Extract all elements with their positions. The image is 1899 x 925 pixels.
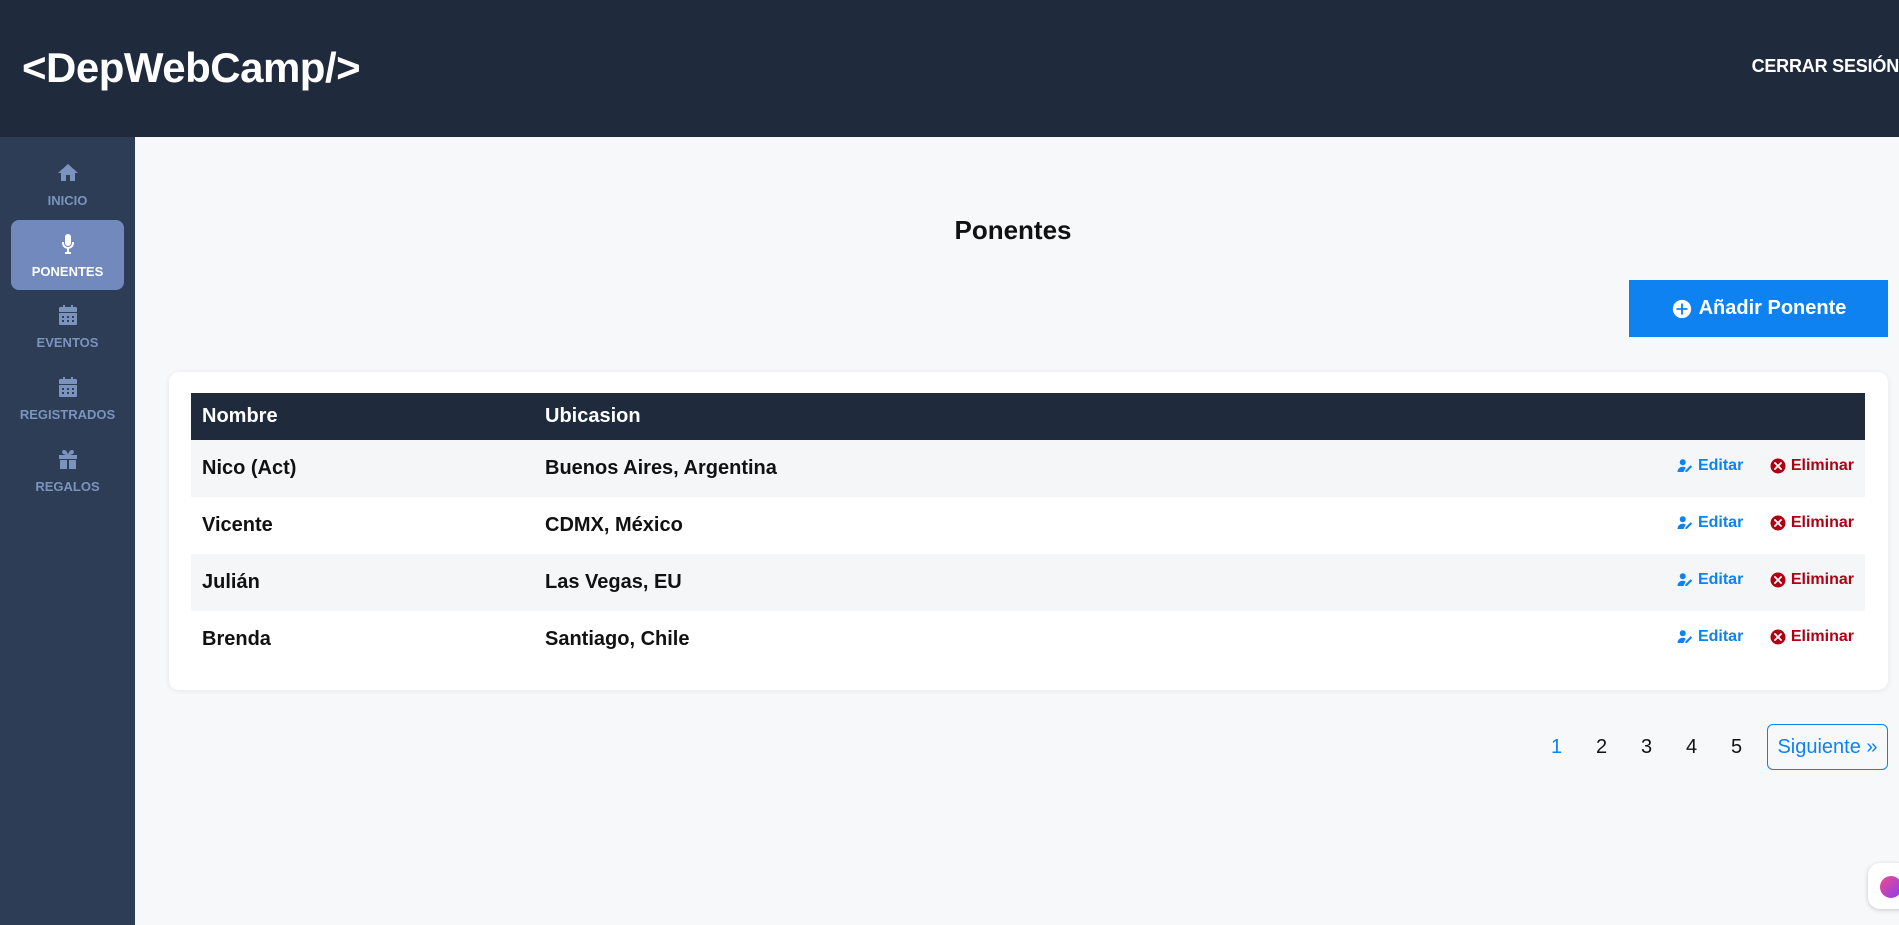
edit-label: Editar: [1697, 570, 1744, 588]
page-link-5[interactable]: 5: [1714, 736, 1759, 759]
speakers-table-card: Nombre Ubicasion Nico (Act) Buenos Aires…: [169, 372, 1888, 690]
add-speaker-label: Añadir Ponente: [1698, 297, 1847, 319]
row-actions: Editar Eliminar: [1232, 554, 1865, 611]
edit-label: Editar: [1697, 627, 1744, 645]
page-link-4[interactable]: 4: [1669, 736, 1714, 759]
user-edit-icon: [1677, 515, 1693, 529]
speaker-location: Buenos Aires, Argentina: [545, 457, 777, 479]
edit-button[interactable]: Editar: [1676, 457, 1743, 475]
close-circle-icon: [1770, 572, 1786, 587]
edit-button[interactable]: Editar: [1676, 628, 1743, 646]
sidebar-item-label: PONENTES: [31, 263, 104, 279]
next-page-button[interactable]: Siguiente »: [1767, 724, 1888, 770]
delete-label: Eliminar: [1790, 627, 1854, 645]
user-edit-icon: [1677, 629, 1693, 643]
chat-logo-icon: [1880, 876, 1899, 898]
sidebar-item-regalos[interactable]: REGALOS: [11, 435, 124, 505]
page-title: Ponentes: [954, 215, 1072, 245]
delete-button[interactable]: Eliminar: [1769, 628, 1854, 646]
delete-label: Eliminar: [1790, 456, 1854, 474]
sidebar-item-inicio[interactable]: INICIO: [11, 149, 124, 219]
speaker-location: CDMX, México: [545, 514, 683, 536]
column-header-nombre: Nombre: [202, 405, 278, 427]
top-header: <DepWebCamp/> CERRAR SESIÓN: [0, 0, 1899, 137]
page-link-1[interactable]: 1: [1534, 736, 1579, 759]
row-actions: Editar Eliminar: [1232, 497, 1865, 554]
row-actions: Editar Eliminar: [1232, 611, 1865, 668]
sidebar-item-label: EVENTOS: [36, 334, 99, 350]
user-edit-icon: [1677, 458, 1693, 472]
column-header-ubicasion: Ubicasion: [545, 405, 641, 427]
table-row: Brenda Santiago, Chile Editar Eliminar: [191, 611, 1865, 668]
speaker-location: Las Vegas, EU: [545, 571, 682, 593]
speaker-name: Brenda: [202, 628, 271, 650]
column-header-actions: [1232, 393, 1865, 440]
speakers-table: Nombre Ubicasion Nico (Act) Buenos Aires…: [191, 393, 1865, 668]
speaker-location: Santiago, Chile: [545, 628, 690, 650]
page-link-2[interactable]: 2: [1579, 736, 1624, 759]
close-circle-icon: [1770, 515, 1786, 530]
delete-button[interactable]: Eliminar: [1769, 514, 1854, 532]
speaker-name: Vicente: [202, 514, 273, 536]
speaker-name: Julián: [202, 571, 260, 593]
sidebar-item-registrados[interactable]: REGISTRADOS: [11, 363, 124, 433]
sidebar-item-eventos[interactable]: EVENTOS: [11, 291, 124, 361]
main-content: Ponentes Añadir Ponente Nombre Ubicasion…: [135, 137, 1899, 925]
calendar-icon: [58, 304, 77, 325]
add-speaker-button[interactable]: Añadir Ponente: [1629, 280, 1888, 337]
sidebar-item-label: REGALOS: [35, 478, 100, 494]
table-row: Julián Las Vegas, EU Editar Eliminar: [191, 554, 1865, 611]
page-link-3[interactable]: 3: [1624, 736, 1669, 759]
microphone-icon: [61, 233, 74, 254]
sidebar: INICIO PONENTES EVENTOS REGISTRADOS REGA…: [0, 137, 135, 925]
table-row: Nico (Act) Buenos Aires, Argentina Edita…: [191, 440, 1865, 497]
home-icon: [57, 163, 78, 181]
edit-label: Editar: [1697, 456, 1744, 474]
edit-button[interactable]: Editar: [1676, 514, 1743, 532]
row-actions: Editar Eliminar: [1232, 440, 1865, 497]
app-logo[interactable]: <DepWebCamp/>: [22, 44, 361, 92]
delete-label: Eliminar: [1790, 570, 1854, 588]
sidebar-item-label: REGISTRADOS: [19, 406, 116, 422]
delete-button[interactable]: Eliminar: [1769, 457, 1854, 475]
table-row: Vicente CDMX, México Editar Eliminar: [191, 497, 1865, 554]
delete-button[interactable]: Eliminar: [1769, 571, 1854, 589]
close-circle-icon: [1770, 629, 1786, 644]
gift-icon: [58, 449, 77, 469]
pagination: 1 2 3 4 5 Siguiente »: [1534, 724, 1888, 770]
edit-label: Editar: [1697, 513, 1744, 531]
logout-button[interactable]: CERRAR SESIÓN: [1752, 56, 1899, 77]
calendar-icon: [58, 376, 77, 397]
plus-circle-icon: [1672, 299, 1691, 318]
sidebar-item-label: INICIO: [47, 192, 88, 208]
close-circle-icon: [1770, 458, 1786, 473]
sidebar-item-ponentes[interactable]: PONENTES: [11, 220, 124, 290]
delete-label: Eliminar: [1790, 513, 1854, 531]
chat-widget-button[interactable]: [1868, 863, 1899, 909]
user-edit-icon: [1677, 572, 1693, 586]
table-header-row: Nombre Ubicasion: [191, 393, 1865, 440]
edit-button[interactable]: Editar: [1676, 571, 1743, 589]
speaker-name: Nico (Act): [202, 457, 297, 479]
